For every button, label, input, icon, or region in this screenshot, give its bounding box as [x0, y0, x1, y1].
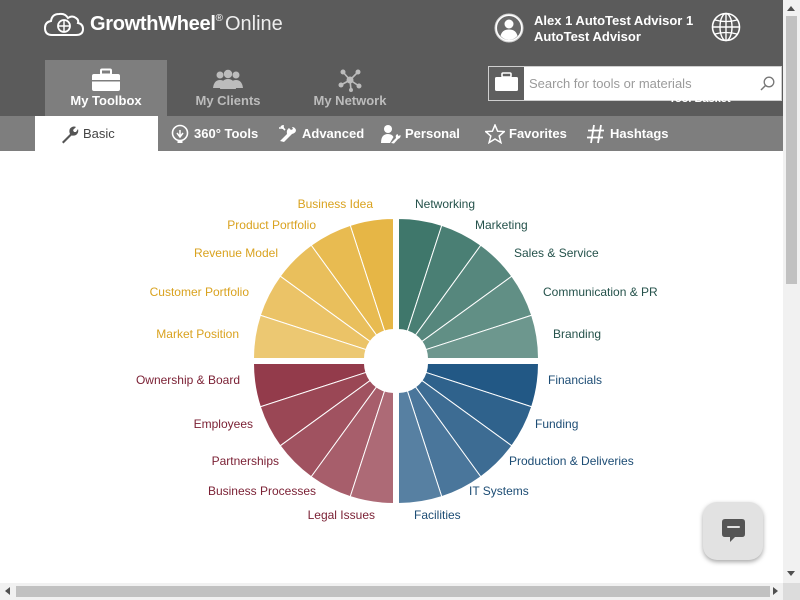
user-menu[interactable]: Alex 1 AutoTest Advisor 1 AutoTest Advis… — [494, 13, 693, 45]
subtab-label: Advanced — [302, 126, 365, 141]
wheel-area-label[interactable]: Customer Portfolio — [150, 285, 250, 299]
wheel-area-label[interactable]: Sales & Service — [514, 246, 599, 260]
vertical-scroll-thumb[interactable] — [786, 16, 797, 284]
subtab-label: Personal — [405, 126, 460, 141]
logo-cloud-icon — [44, 12, 84, 36]
subtab-360-tools[interactable]: 360° Tools — [170, 116, 258, 151]
clients-icon — [213, 69, 243, 89]
wheel-area-label[interactable]: Ownership & Board — [136, 373, 240, 387]
wheel-area-label[interactable]: Business Processes — [208, 484, 316, 498]
user-role: AutoTest Advisor — [534, 29, 641, 44]
logo-online: Online — [224, 12, 283, 35]
scroll-right-arrow[interactable] — [773, 587, 778, 595]
wheel-area-label[interactable]: Product Portfolio — [227, 218, 316, 232]
scroll-up-arrow[interactable] — [787, 6, 795, 11]
wheel-area-label[interactable]: Business Idea — [298, 197, 374, 211]
search-box — [488, 66, 782, 101]
growthwheel-logo[interactable]: GrowthWheel ® Online — [44, 9, 283, 39]
network-icon — [338, 69, 362, 92]
subtab-basic[interactable]: Basic — [35, 116, 158, 151]
avatar-icon — [494, 13, 524, 43]
search-input[interactable] — [529, 73, 751, 94]
wheel-area-label[interactable]: Communication & PR — [543, 285, 658, 299]
tab-my-toolbox[interactable]: My Toolbox — [45, 60, 167, 116]
horizontal-scroll-thumb[interactable] — [16, 586, 770, 597]
subtab-label: Basic — [83, 126, 115, 141]
scroll-left-arrow[interactable] — [5, 587, 10, 595]
subtab-label: 360° Tools — [194, 126, 259, 141]
subtab-label: Hashtags — [610, 126, 669, 141]
chat-bubble-icon — [722, 519, 745, 542]
subtab-hashtags[interactable]: Hashtags — [586, 116, 669, 151]
horizontal-scrollbar[interactable] — [0, 583, 783, 600]
wheel-area-label[interactable]: Networking — [415, 197, 475, 211]
tab-my-clients[interactable]: My Clients — [167, 60, 289, 116]
growthwheel-diagram: Business Idea Product Portfolio Revenue Mo… — [136, 197, 658, 522]
scroll-corner — [783, 583, 800, 600]
wheel-hub — [367, 332, 425, 390]
person-wrench-icon — [381, 124, 401, 143]
wheel-area-label[interactable]: Financials — [548, 373, 602, 387]
logo-reg: ® — [215, 12, 223, 24]
wheel-area-label[interactable]: Branding — [553, 327, 601, 341]
wheel-area-label[interactable]: Facilities — [414, 508, 461, 522]
tab-label: My Toolbox — [70, 93, 142, 108]
basket-icon — [495, 72, 518, 91]
globe-language-icon[interactable] — [711, 12, 741, 42]
chat-button[interactable] — [703, 502, 763, 560]
hash-icon — [587, 124, 604, 143]
user-name: Alex 1 AutoTest Advisor 1 — [534, 13, 694, 28]
wheel-area-label[interactable]: Marketing — [475, 218, 528, 232]
tab-label: My Network — [313, 93, 387, 108]
tab-label: My Clients — [195, 93, 261, 108]
subtab-label: Favorites — [509, 126, 567, 141]
wheel-area-label[interactable]: Partnerships — [212, 454, 279, 468]
search-icon[interactable] — [760, 76, 775, 91]
tab-my-network[interactable]: My Network — [289, 60, 411, 116]
vertical-scrollbar[interactable] — [783, 0, 800, 583]
wrench-icon — [62, 126, 79, 143]
scroll-down-arrow[interactable] — [787, 571, 795, 576]
tools-icon — [279, 124, 296, 142]
wheel-area-label[interactable]: Employees — [194, 417, 253, 431]
logo-brand: GrowthWheel — [90, 12, 216, 35]
wheel-area-label[interactable]: Funding — [535, 417, 578, 431]
subtab-advanced[interactable]: Advanced — [278, 116, 364, 151]
star-icon — [485, 123, 505, 144]
tool-basket-label[interactable]: Tool Basket — [669, 93, 731, 105]
toolbox-icon — [92, 68, 120, 91]
wheel-area-label[interactable]: Market Position — [156, 327, 239, 341]
tool-basket-button[interactable] — [489, 67, 524, 100]
subtab-favorites[interactable]: Favorites — [485, 116, 567, 151]
wheel-area-label[interactable]: Legal Issues — [308, 508, 375, 522]
wheel-area-label[interactable]: IT Systems — [469, 484, 529, 498]
wheel-area-label[interactable]: Production & Deliveries — [509, 454, 634, 468]
wheel-area-label[interactable]: Revenue Model — [194, 246, 278, 260]
bulb-icon — [171, 124, 189, 143]
subtab-personal[interactable]: Personal — [381, 116, 460, 151]
